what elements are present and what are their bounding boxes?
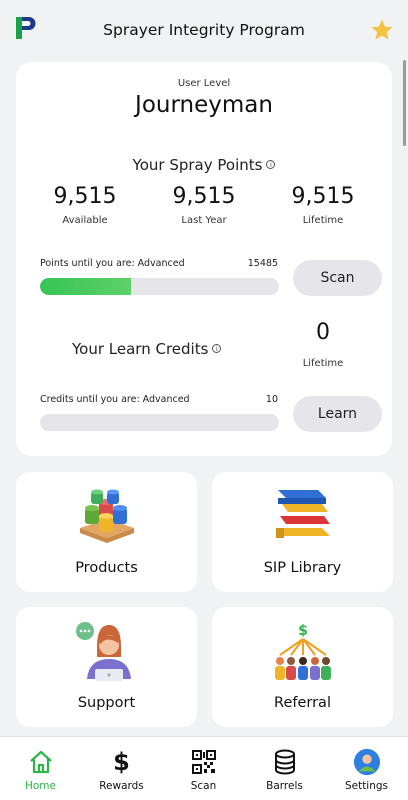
nav-label: Rewards (99, 780, 144, 792)
nav-label: Home (24, 780, 56, 792)
nav-label: Settings (344, 780, 389, 792)
learn-button[interactable]: Learn (293, 396, 382, 432)
stat-label: Last Year (181, 215, 227, 226)
info-icon[interactable]: i (212, 344, 222, 353)
nav-settings[interactable]: Settings (326, 737, 407, 800)
stat-label: Lifetime (302, 215, 344, 226)
tile-support-label: Support (77, 695, 136, 711)
scan-button[interactable]: Scan (293, 260, 382, 296)
nav-scan[interactable]: Scan (163, 737, 244, 800)
books-illustration (275, 490, 330, 538)
points-progress-bar (40, 278, 279, 295)
credits-progress-target: 10 (265, 394, 278, 405)
tile-referral-label: Referral (274, 695, 331, 711)
points-progress-fill (40, 278, 131, 295)
app-title: Sprayer Integrity Program (103, 21, 305, 39)
stat-available: 9,515 Available (30, 184, 140, 226)
spray-points-title: Your Spray Points i (16, 156, 392, 174)
credits-progress-bar (40, 414, 279, 431)
tile-sip-library-label: SIP Library (263, 560, 342, 576)
credits-progress-label: Credits until you are: Advanced (40, 394, 190, 405)
bottom-nav: Home $ Rewards Scan Barrels Settings (0, 736, 408, 800)
scrollbar[interactable] (403, 60, 406, 146)
tile-sip-library[interactable]: SIP Library (212, 472, 393, 592)
points-card: User Level Journeyman Your Spray Points i… (16, 62, 392, 456)
stat-lifetime: 9,515 Lifetime (268, 184, 378, 226)
stat-value: 9,515 (172, 184, 236, 209)
dollar-icon: $ (113, 748, 130, 776)
svg-text:$: $ (298, 623, 308, 639)
stat-label: Available (62, 215, 108, 226)
nav-rewards[interactable]: $ Rewards (81, 737, 162, 800)
spray-points-title-text: Your Spray Points (132, 156, 263, 174)
tile-referral[interactable]: $ Referral (212, 607, 393, 727)
nav-home[interactable]: Home (0, 737, 81, 800)
tile-products-label: Products (75, 560, 138, 576)
nav-barrels[interactable]: Barrels (244, 737, 325, 800)
barrel-icon (271, 748, 299, 776)
tile-support[interactable]: Support (16, 607, 197, 727)
star-icon[interactable] (370, 18, 394, 42)
qr-code-icon (190, 748, 218, 776)
app-header: Sprayer Integrity Program (0, 0, 408, 60)
tile-products[interactable]: Products (16, 472, 197, 592)
home-icon (27, 748, 55, 776)
barrels-pallet-illustration (79, 489, 134, 543)
learn-credits-value: 0 (316, 320, 330, 345)
user-level-value: Journeyman (135, 92, 273, 118)
referral-group-illustration: $ (274, 623, 331, 680)
stat-value: 9,515 (53, 184, 117, 209)
app-logo-icon (16, 17, 36, 39)
support-agent-illustration (75, 622, 131, 681)
stat-value: 9,515 (291, 184, 355, 209)
learn-credits-label: Lifetime (302, 358, 344, 369)
nav-label: Scan (190, 780, 217, 792)
points-progress-label: Points until you are: Advanced (40, 258, 185, 269)
nav-label: Barrels (266, 780, 303, 792)
user-level-label: User Level (177, 78, 231, 89)
points-progress-target: 15485 (247, 258, 278, 269)
info-icon[interactable]: i (266, 160, 276, 169)
learn-credits-title-text: Your Learn Credits (72, 340, 209, 358)
stat-last-year: 9,515 Last Year (149, 184, 259, 226)
learn-credits-title: Your Learn Credits i (72, 340, 222, 358)
avatar-icon (353, 748, 381, 776)
